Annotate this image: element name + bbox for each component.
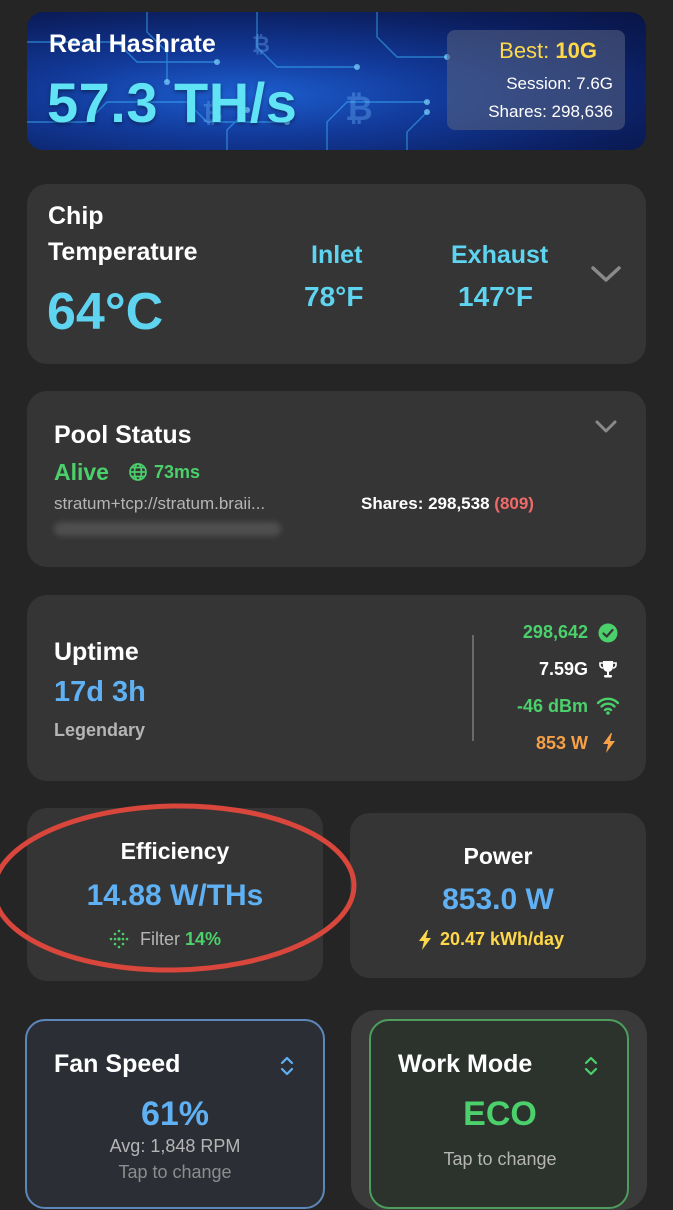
temperature-title-line1: Chip [48,202,104,230]
stat-accepted-shares: 298,642 [522,622,588,642]
stat-wifi-signal: -46 dBm [516,696,588,716]
shares-row: Shares: 298,636 [488,102,613,122]
efficiency-card[interactable]: Efficiency 14.88 W/THs Filter 14% [27,808,323,981]
hashrate-title: Real Hashrate [49,30,216,58]
best-stats-box: Best: 10G Session: 7.6G Shares: 298,636 [447,30,625,130]
hashrate-value: 57.3 TH/s [47,71,298,134]
uptime-rank: Legendary [54,720,146,740]
uptime-value: 17d 3h [54,676,146,708]
best-label: Best: [499,38,550,63]
check-circle-icon [598,623,618,643]
wifi-icon [596,697,620,715]
up-down-chevron-icon[interactable] [279,1054,295,1078]
power-value: 853.0 W [442,883,554,916]
uptime-title: Uptime [54,638,139,666]
shares-label: Shares: [488,102,547,121]
svg-text:₿: ₿ [252,33,270,58]
session-row: Session: 7.6G [506,74,613,94]
work-mode-card[interactable]: Work Mode ECO Tap to change [369,1019,629,1209]
chevron-down-icon[interactable] [590,264,622,284]
exhaust-label: Exhaust [451,241,549,269]
session-value: 7.6G [576,74,613,93]
power-title: Power [463,843,533,869]
filter-value: 14% [185,929,222,949]
uptime-card[interactable]: Uptime 17d 3h Legendary 298,642 7.59G -4… [27,595,646,781]
work-mode-value: ECO [463,1095,537,1133]
globe-icon [129,463,147,481]
bolt-icon [603,733,615,753]
power-card[interactable]: Power 853.0 W 20.47 kWh/day [350,813,646,978]
power-daily-energy: 20.47 kWh/day [440,929,565,949]
filter-row: Filter 14% [140,929,221,950]
svg-text:₿: ₿ [345,89,373,129]
pool-status-title: Pool Status [54,421,192,449]
trophy-icon [599,661,617,678]
bolt-icon [419,930,431,950]
inlet-value: 78°F [304,281,364,312]
fan-speed-value: 61% [140,1095,210,1133]
divider [472,635,474,741]
pool-status-card[interactable]: Pool Status Alive 73ms stratum+tcp://str… [27,391,646,567]
fan-average-rpm: Avg: 1,848 RPM [109,1136,241,1156]
fan-tap-hint: Tap to change [118,1162,232,1182]
pool-rejected-shares: (809) [494,494,534,513]
temperature-card[interactable]: Chip Temperature 64°C Inlet 78°F Exhaust… [27,184,646,364]
up-down-chevron-icon[interactable] [583,1054,599,1078]
session-label: Session: [506,74,572,93]
chip-temperature-value: 64°C [47,283,164,341]
filter-dots-icon [109,929,129,949]
efficiency-title: Efficiency [120,838,230,864]
fan-speed-title: Fan Speed [54,1050,181,1078]
exhaust-value: 147°F [458,281,534,312]
pool-url: stratum+tcp://stratum.braii... [54,494,266,513]
work-mode-title: Work Mode [398,1050,533,1078]
stat-best-difficulty: 7.59G [538,659,588,679]
temperature-title-line2: Temperature [48,238,198,266]
pool-alive-status: Alive [54,459,109,485]
fan-speed-card[interactable]: Fan Speed 61% Avg: 1,848 RPM Tap to chan… [25,1019,325,1209]
best-row: Best: 10G [499,38,597,64]
chevron-down-icon[interactable] [594,419,618,435]
hashrate-banner[interactable]: ₿ ₿ ₿ Real Hashrate 57.3 TH/s Best: 10G … [27,12,646,150]
pool-shares: Shares: 298,538 (809) [361,494,534,514]
inlet-label: Inlet [311,241,363,269]
pool-shares-label: Shares: 298,538 [361,494,490,513]
stat-power: 853 W [535,733,588,753]
efficiency-value: 14.88 W/THs [86,879,264,912]
shares-value: 298,636 [551,102,613,121]
best-value: 10G [555,38,597,63]
filter-label: Filter [140,929,180,949]
pool-latency: 73ms [154,462,201,482]
redacted-worker-name [54,522,281,536]
work-mode-tap-hint: Tap to change [443,1149,557,1169]
